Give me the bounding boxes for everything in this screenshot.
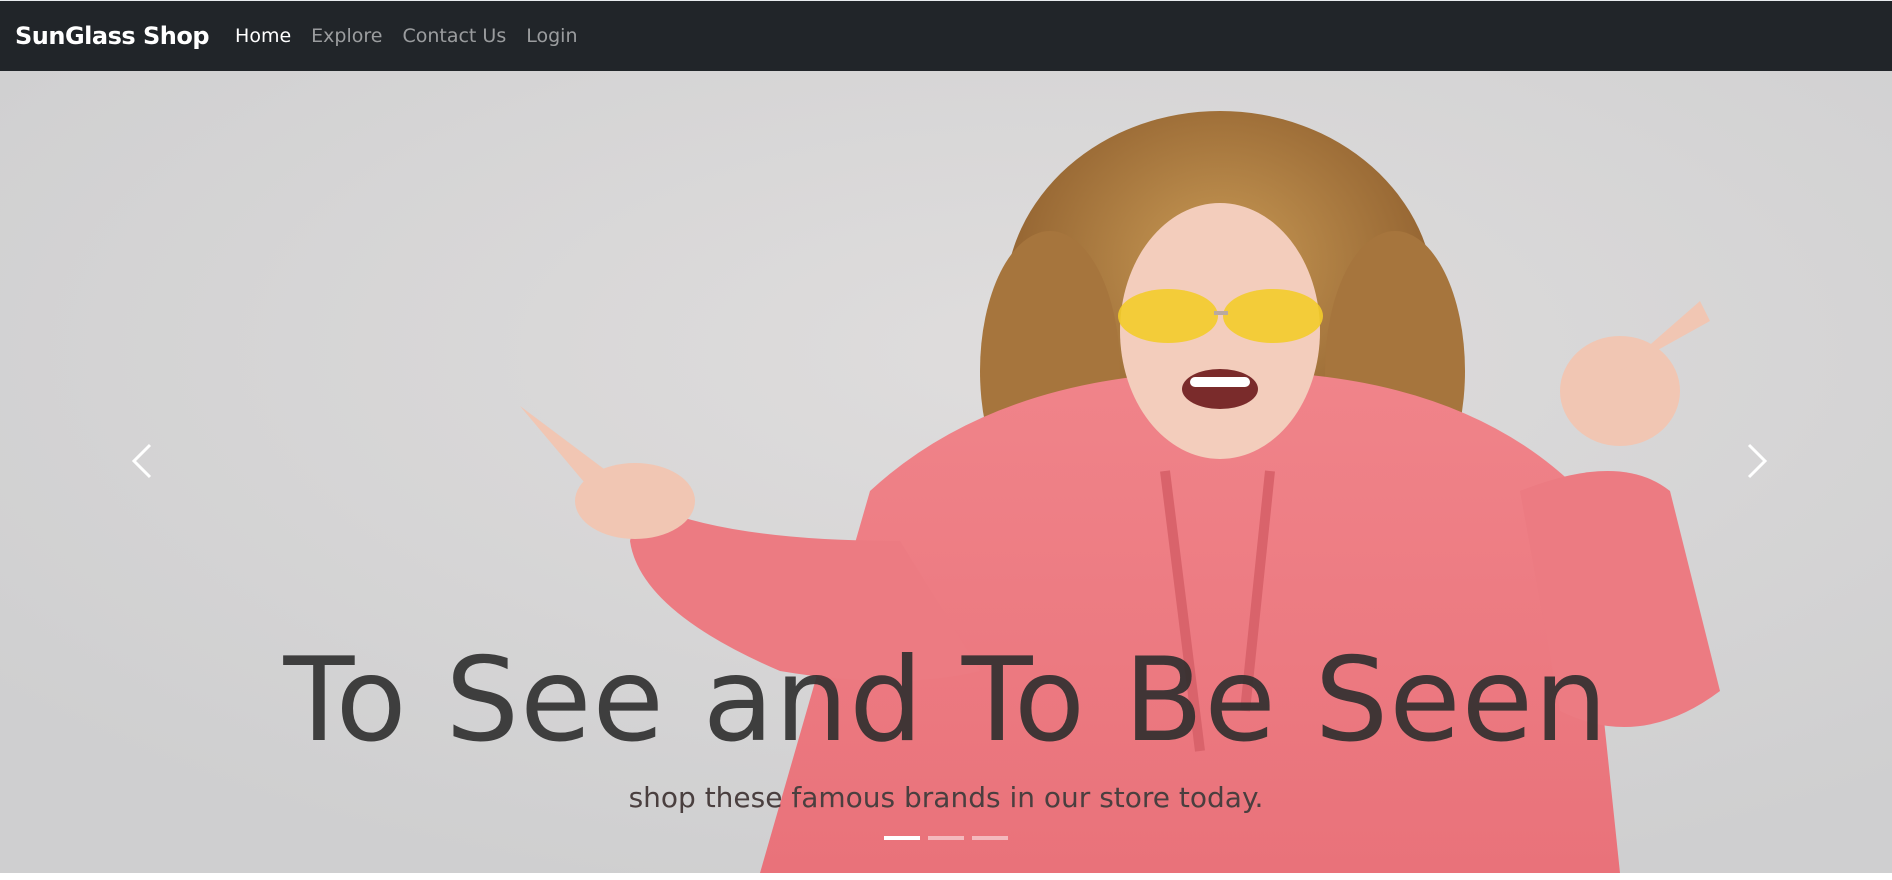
carousel-indicators — [0, 836, 1892, 840]
hero-subtext: shop these famous brands in our store to… — [628, 781, 1264, 814]
nav-home[interactable]: Home — [235, 25, 291, 47]
chevron-right-icon — [1747, 443, 1768, 479]
nav-explore[interactable]: Explore — [311, 25, 382, 47]
hero-heading: To See and To Be Seen — [283, 633, 1609, 768]
nav-contact-us[interactable]: Contact Us — [402, 25, 506, 47]
chevron-left-icon — [131, 443, 152, 479]
brand-logo[interactable]: SunGlass Shop — [15, 22, 210, 50]
navbar: SunGlass Shop Home Explore Contact Us Lo… — [0, 0, 1892, 71]
carousel-next-button[interactable] — [1727, 431, 1787, 491]
carousel-prev-button[interactable] — [112, 431, 172, 491]
nav-login[interactable]: Login — [526, 25, 577, 47]
carousel-indicator-3[interactable] — [972, 836, 1008, 840]
carousel-caption: To See and To Be Seen shop these famous … — [0, 631, 1892, 814]
hero-carousel: To See and To Be Seen shop these famous … — [0, 71, 1892, 873]
carousel-indicator-2[interactable] — [928, 836, 964, 840]
carousel-indicator-1[interactable] — [884, 836, 920, 840]
